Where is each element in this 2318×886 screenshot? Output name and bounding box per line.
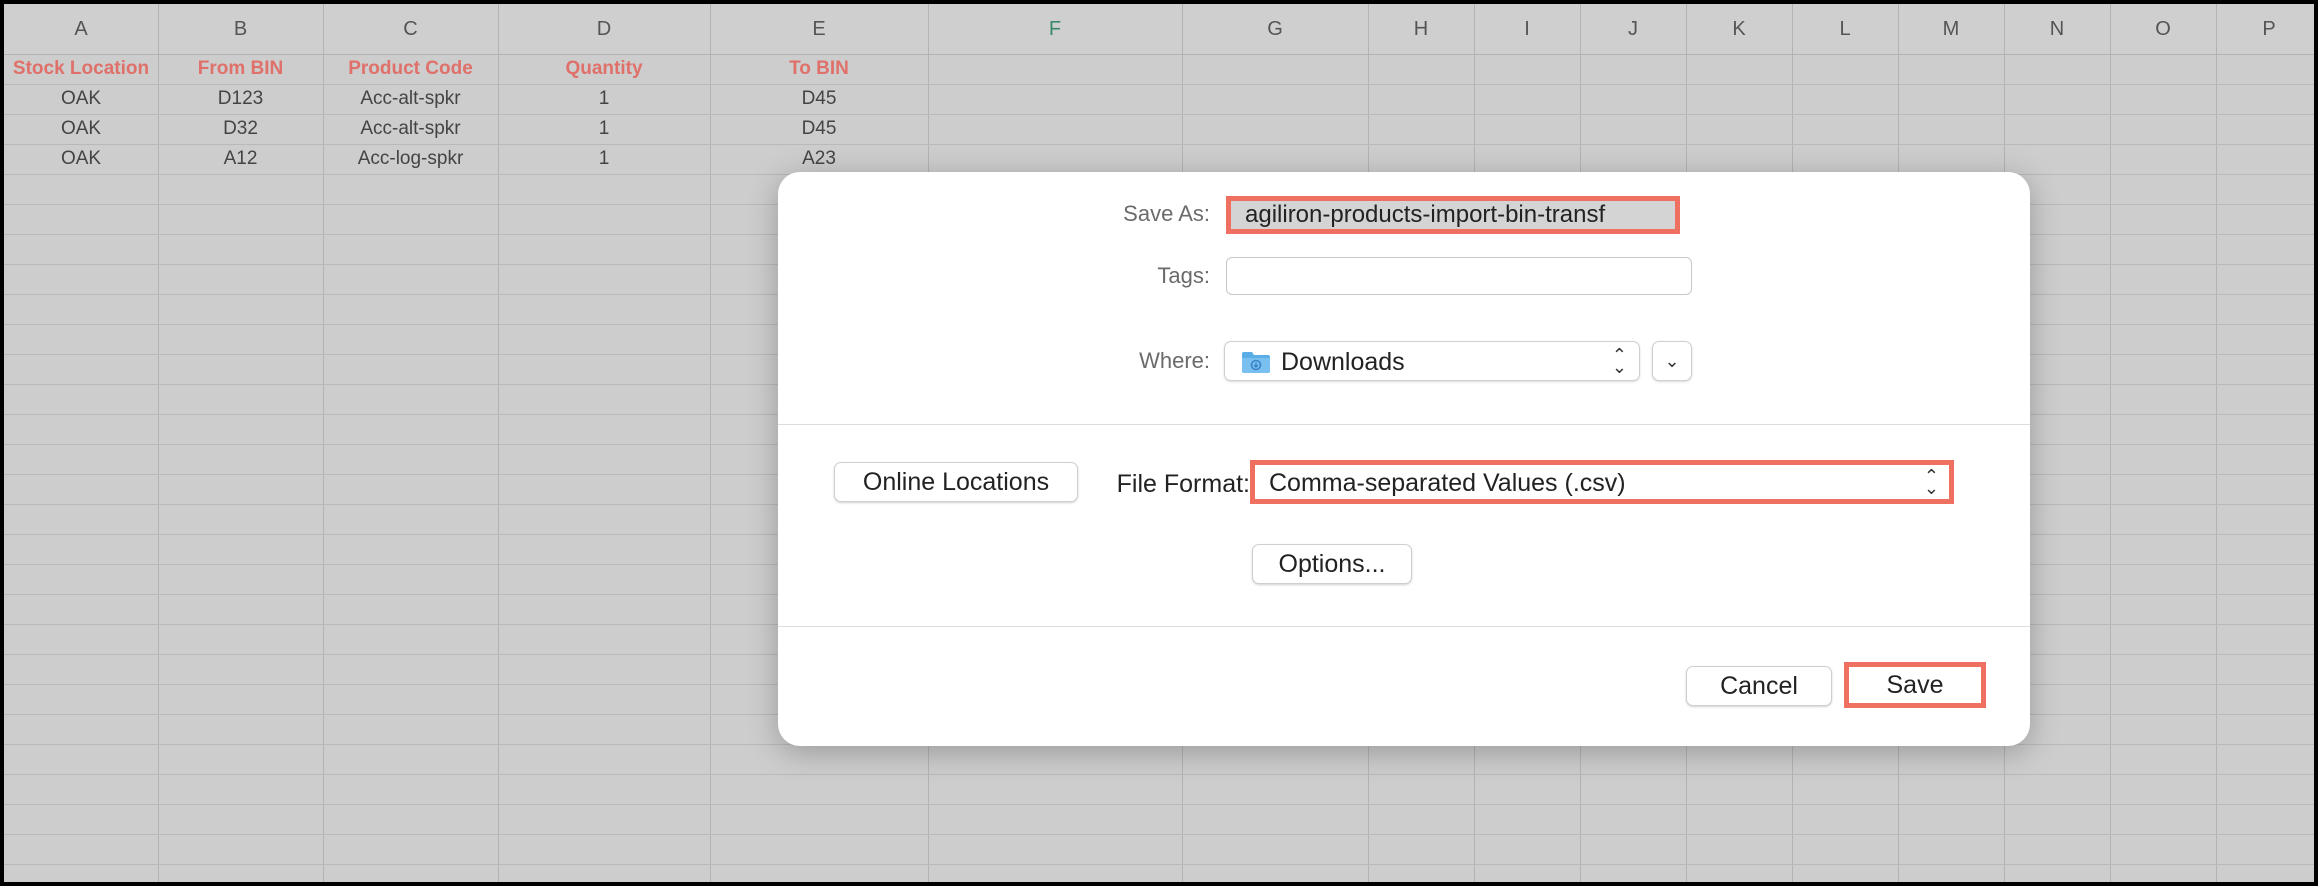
cell-header-product-code[interactable]: Product Code — [323, 54, 498, 84]
table-cell[interactable]: Acc-alt-spkr — [323, 114, 498, 144]
cell-header-to-bin[interactable]: To BIN — [710, 54, 928, 84]
column-header-e[interactable]: E — [710, 4, 928, 54]
save-as-label: Save As: — [1123, 201, 1210, 226]
table-cell[interactable]: OAK — [4, 144, 158, 174]
column-header-k[interactable]: K — [1686, 4, 1792, 54]
table-cell[interactable]: OAK — [4, 84, 158, 114]
file-format-label: File Format: — [1116, 470, 1250, 498]
gridline — [4, 774, 2314, 775]
cell-header-quantity[interactable]: Quantity — [498, 54, 710, 84]
column-header-o[interactable]: O — [2110, 4, 2216, 54]
options-button[interactable]: Options... — [1252, 544, 1412, 584]
column-header-i[interactable]: I — [1474, 4, 1580, 54]
online-locations-button[interactable]: Online Locations — [834, 462, 1078, 502]
save-as-input[interactable]: agiliron-products-import-bin-transf — [1226, 196, 1680, 234]
column-header-c[interactable]: C — [323, 4, 498, 54]
column-header-n[interactable]: N — [2004, 4, 2110, 54]
table-cell[interactable]: 1 — [498, 84, 710, 114]
column-header-d[interactable]: D — [498, 4, 710, 54]
table-cell[interactable]: Acc-alt-spkr — [323, 84, 498, 114]
chevron-down-icon: ⌄ — [1664, 351, 1680, 371]
expand-button[interactable]: ⌄ — [1652, 341, 1692, 381]
table-cell[interactable]: 1 — [498, 114, 710, 144]
column-header-a[interactable]: A — [4, 4, 158, 54]
column-header-h[interactable]: H — [1368, 4, 1474, 54]
column-header-m[interactable]: M — [1898, 4, 2004, 54]
table-cell[interactable]: A23 — [710, 144, 928, 174]
divider — [778, 424, 2030, 425]
column-header-l[interactable]: L — [1792, 4, 1898, 54]
folder-icon — [1242, 352, 1270, 373]
gridline — [2216, 4, 2217, 882]
app-window: A B C D E F G H I J K L M N O P Stock Lo… — [4, 4, 2314, 882]
column-header-b[interactable]: B — [158, 4, 323, 54]
divider — [778, 626, 2030, 627]
file-format-value: Comma-separated Values (.csv) — [1269, 469, 1626, 497]
up-down-chevron-icon: ⌃ ⌄ — [1923, 466, 1939, 498]
table-cell[interactable]: D123 — [158, 84, 323, 114]
up-down-chevron-icon: ⌃ ⌄ — [1611, 345, 1627, 377]
column-header-p[interactable]: P — [2216, 4, 2314, 54]
tags-label: Tags: — [1157, 263, 1210, 288]
table-cell[interactable]: 1 — [498, 144, 710, 174]
file-format-select[interactable]: Comma-separated Values (.csv) ⌃ ⌄ — [1250, 460, 1954, 504]
gridline — [4, 804, 2314, 805]
table-cell[interactable]: D32 — [158, 114, 323, 144]
table-cell[interactable]: A12 — [158, 144, 323, 174]
column-header-f[interactable]: F — [928, 4, 1182, 54]
gridline — [4, 864, 2314, 865]
where-select[interactable]: Downloads ⌃ ⌄ — [1224, 341, 1640, 381]
cancel-button[interactable]: Cancel — [1686, 666, 1832, 706]
tags-input[interactable] — [1226, 257, 1692, 295]
table-cell[interactable]: D45 — [710, 114, 928, 144]
where-value: Downloads — [1281, 348, 1405, 376]
table-cell[interactable]: D45 — [710, 84, 928, 114]
save-dialog: Save As: agiliron-products-import-bin-tr… — [778, 172, 2030, 746]
table-cell[interactable]: Acc-log-spkr — [323, 144, 498, 174]
cell-header-from-bin[interactable]: From BIN — [158, 54, 323, 84]
cell-header-stock-location[interactable]: Stock Location — [4, 54, 158, 84]
save-button[interactable]: Save — [1844, 662, 1986, 708]
column-header-j[interactable]: J — [1580, 4, 1686, 54]
column-header-row: A B C D E F G H I J K L M N O P — [4, 4, 2314, 55]
where-label: Where: — [1139, 348, 1210, 373]
gridline — [4, 834, 2314, 835]
gridline — [2110, 4, 2111, 882]
column-header-g[interactable]: G — [1182, 4, 1368, 54]
table-cell[interactable]: OAK — [4, 114, 158, 144]
